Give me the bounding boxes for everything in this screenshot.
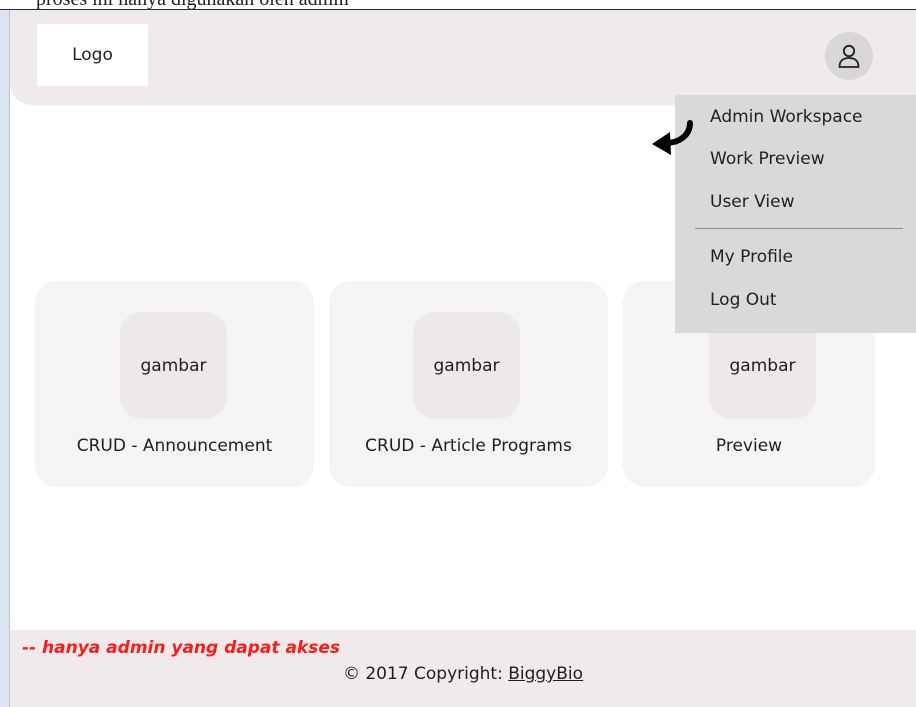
card-crud-announcement[interactable]: gambar CRUD - Announcement <box>35 281 314 487</box>
image-placeholder-label: gambar <box>729 355 796 376</box>
image-placeholder-label: gambar <box>433 355 500 376</box>
card-crud-article-programs[interactable]: gambar CRUD - Article Programs <box>329 281 608 487</box>
card-image-placeholder: gambar <box>413 312 520 419</box>
user-dropdown-menu: Admin Workspace Work Preview User View M… <box>675 95 916 333</box>
copyright-prefix: © 2017 Copyright: <box>342 664 509 684</box>
menu-item-work-preview[interactable]: Work Preview <box>710 149 825 169</box>
card-title: CRUD - Announcement <box>76 436 273 456</box>
menu-item-admin-workspace[interactable]: Admin Workspace <box>710 107 863 127</box>
user-avatar-button[interactable] <box>825 32 873 80</box>
menu-item-user-view[interactable]: User View <box>710 192 795 212</box>
card-image-placeholder: gambar <box>120 312 227 419</box>
brand-link[interactable]: BiggyBio <box>508 664 583 684</box>
admin-only-note: -- hanya admin yang dapat akses <box>22 638 340 658</box>
cutoff-caption: proses ini hanya digunakan oleh admin <box>36 0 349 9</box>
logo-label: Logo <box>72 45 113 65</box>
card-title: Preview <box>715 436 783 456</box>
menu-item-my-profile[interactable]: My Profile <box>710 247 793 267</box>
footer: -- hanya admin yang dapat akses © 2017 C… <box>10 630 916 707</box>
card-title: CRUD - Article Programs <box>365 436 572 456</box>
copyright-text: © 2017 Copyright: BiggyBio <box>10 664 916 684</box>
top-cutoff-strip: proses ini hanya digunakan oleh admin <box>0 0 916 10</box>
left-rail <box>0 10 10 707</box>
image-placeholder-label: gambar <box>140 355 207 376</box>
user-icon <box>838 44 860 68</box>
menu-item-log-out[interactable]: Log Out <box>710 290 777 310</box>
menu-divider <box>695 228 903 229</box>
pointer-arrow-icon <box>652 120 693 155</box>
header-bar: Logo <box>10 10 916 105</box>
logo[interactable]: Logo <box>37 24 148 86</box>
